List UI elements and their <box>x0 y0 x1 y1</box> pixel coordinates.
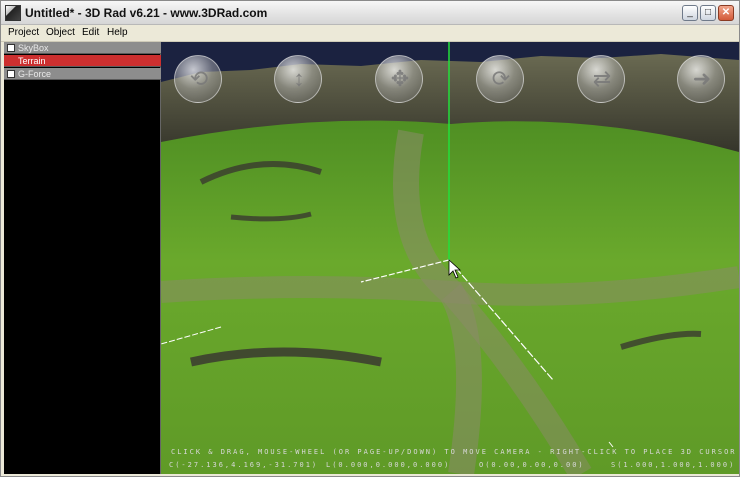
rotate-horizontal-icon[interactable]: ⇄ <box>577 55 625 103</box>
3d-viewport[interactable]: ⟲ ↕ ✥ ⟳ ⇄ ➜ CLICK & DRAG, MOUSE-WHEEL (O… <box>161 42 739 474</box>
close-button[interactable]: ✕ <box>718 5 734 21</box>
object-row-terrain[interactable]: Terrain <box>4 55 161 67</box>
cursor-coordinates: C(-27.136,4.169,-31.701) <box>169 461 319 469</box>
object-row-gforce[interactable]: G-Force <box>4 68 161 80</box>
terrain-scene <box>161 42 739 474</box>
object-row-skybox[interactable]: SkyBox <box>4 42 161 54</box>
move-vertical-icon[interactable]: ↕ <box>274 55 322 103</box>
scale-readout: S(1.000,1.000,1.000) <box>611 461 736 469</box>
maximize-button[interactable]: □ <box>700 5 716 21</box>
app-window: Untitled* - 3D Rad v6.21 - www.3DRad.com… <box>0 0 740 477</box>
help-text: CLICK & DRAG, MOUSE-WHEEL (OR PAGE-UP/DO… <box>171 448 737 456</box>
object-label: G-Force <box>18 69 52 79</box>
menu-help[interactable]: Help <box>107 27 128 38</box>
location-readout: L(0.000,0.000,0.000) <box>326 461 451 469</box>
window-title: Untitled* - 3D Rad v6.21 - www.3DRad.com <box>25 6 268 20</box>
menu-edit[interactable]: Edit <box>82 27 99 38</box>
minimize-button[interactable]: _ <box>682 5 698 21</box>
rotate-icon[interactable]: ⟳ <box>476 55 524 103</box>
forward-icon[interactable]: ➜ <box>677 55 725 103</box>
object-checkbox[interactable] <box>7 70 15 78</box>
title-bar[interactable]: Untitled* - 3D Rad v6.21 - www.3DRad.com… <box>1 1 739 25</box>
object-list[interactable]: SkyBox Terrain G-Force <box>4 42 161 474</box>
menu-bar: Project Object Edit Help <box>1 25 739 42</box>
orientation-readout: O(0.00,0.00,0.00) <box>479 461 585 469</box>
menu-object[interactable]: Object <box>46 27 75 38</box>
object-checkbox[interactable] <box>7 44 15 52</box>
object-label: Terrain <box>18 56 46 66</box>
orbit-icon[interactable]: ⟲ <box>174 55 222 103</box>
object-label: SkyBox <box>18 43 49 53</box>
app-icon[interactable] <box>5 5 21 21</box>
pan-icon[interactable]: ✥ <box>375 55 423 103</box>
menu-project[interactable]: Project <box>8 27 39 38</box>
